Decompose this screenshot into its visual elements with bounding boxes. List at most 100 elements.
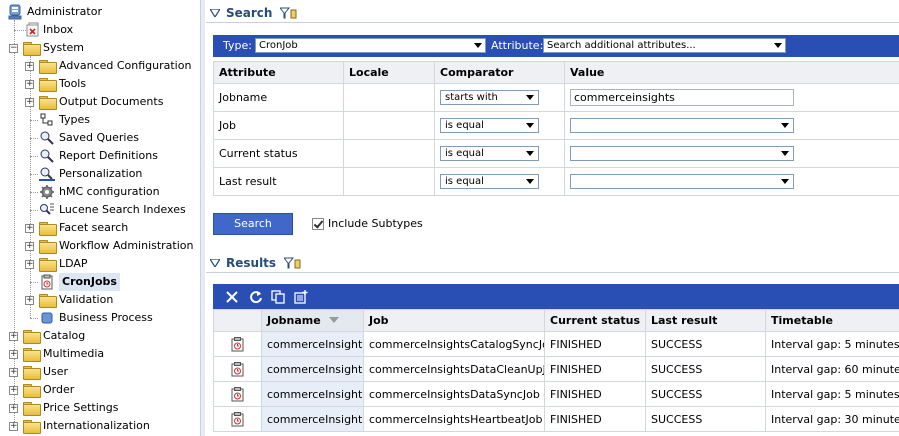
status-value-select[interactable] bbox=[570, 146, 794, 161]
expand-icon[interactable]: + bbox=[9, 386, 18, 395]
cell-job[interactable]: commerceInsightsDataSyncJob - cor bbox=[363, 381, 545, 407]
expand-icon[interactable]: + bbox=[9, 404, 18, 413]
expand-icon[interactable]: + bbox=[25, 224, 34, 233]
type-select[interactable]: CronJob bbox=[255, 38, 486, 53]
chevron-down-icon bbox=[526, 179, 534, 184]
results-section-header[interactable]: Results bbox=[206, 253, 899, 273]
cell-jobname[interactable]: commerceInsightsD bbox=[261, 356, 364, 382]
expand-icon[interactable]: + bbox=[9, 422, 18, 431]
column-header-comparator: Comparator bbox=[434, 61, 565, 84]
column-header-jobname[interactable]: Jobname bbox=[261, 309, 364, 332]
tree-item-advanced-configuration[interactable]: + Advanced Configuration bbox=[0, 57, 200, 75]
tree-item-hmc-configuration[interactable]: hMC configuration bbox=[0, 183, 200, 201]
tree-item-report-definitions[interactable]: Report Definitions bbox=[0, 147, 200, 165]
comparator-select[interactable]: is equal bbox=[440, 146, 539, 161]
cell-job[interactable]: commerceInsightsCatalogSyncJob - bbox=[363, 331, 545, 357]
filter-settings-icon[interactable] bbox=[284, 257, 302, 269]
checkbox-checked-icon[interactable] bbox=[312, 218, 324, 230]
cell-timetable[interactable]: Interval gap: 30 minutes bbox=[765, 406, 899, 432]
tree-item-output-documents[interactable]: + Output Documents bbox=[0, 93, 200, 111]
tree-item-tools[interactable]: + Tools bbox=[0, 75, 200, 93]
tree-item-types[interactable]: Types bbox=[0, 111, 200, 129]
tree-item-facet-search[interactable]: + Facet search bbox=[0, 219, 200, 237]
tree-item-cronjobs[interactable]: CronJobs bbox=[0, 273, 200, 291]
comparator-select[interactable]: is equal bbox=[440, 118, 539, 133]
cell-current-status[interactable]: FINISHED bbox=[544, 356, 646, 382]
delete-icon[interactable] bbox=[224, 289, 240, 305]
tree-item-ldap[interactable]: + LDAP bbox=[0, 255, 200, 273]
refresh-icon[interactable] bbox=[248, 289, 264, 305]
tree-item-user[interactable]: + User bbox=[0, 363, 200, 381]
expand-icon[interactable]: + bbox=[9, 368, 18, 377]
tree-item-order[interactable]: + Order bbox=[0, 381, 200, 399]
column-header-label: Jobname bbox=[267, 314, 321, 327]
cell-last-result[interactable]: SUCCESS bbox=[645, 331, 766, 357]
results-table: Jobname Job Current status Last result T… bbox=[213, 309, 899, 432]
job-value-select[interactable] bbox=[570, 118, 794, 133]
cell-jobname[interactable]: commerceInsightsC bbox=[261, 331, 364, 357]
attribute-select[interactable]: Search additional attributes... bbox=[543, 38, 786, 53]
collapse-icon[interactable]: − bbox=[9, 44, 18, 53]
expand-icon[interactable]: + bbox=[9, 350, 18, 359]
cell-timetable[interactable]: Interval gap: 5 minutes bbox=[765, 331, 899, 357]
expand-icon[interactable]: + bbox=[9, 332, 18, 341]
expand-icon[interactable]: + bbox=[25, 80, 34, 89]
tree-item-personalization[interactable]: Personalization bbox=[0, 165, 200, 183]
tree-item-inbox[interactable]: Inbox bbox=[0, 21, 200, 39]
tree-item-label: Types bbox=[59, 113, 90, 126]
cell-last-result[interactable]: SUCCESS bbox=[645, 381, 766, 407]
tree-item-saved-queries[interactable]: Saved Queries bbox=[0, 129, 200, 147]
cell-timetable[interactable]: Interval gap: 5 minutes bbox=[765, 381, 899, 407]
tree-item-validation[interactable]: + Validation bbox=[0, 291, 200, 309]
table-row[interactable]: commerceInsightsHcommerceInsightsHeartbe… bbox=[213, 406, 899, 432]
jobname-input[interactable]: commerceinsights bbox=[570, 89, 794, 106]
result-value-select[interactable] bbox=[570, 174, 794, 189]
search-section-header[interactable]: Search bbox=[206, 3, 899, 23]
filter-settings-icon[interactable] bbox=[280, 7, 298, 19]
cell-jobname[interactable]: commerceInsightsH bbox=[261, 406, 364, 432]
cell-jobname[interactable]: commerceInsightsD bbox=[261, 381, 364, 407]
column-header-job[interactable]: Job bbox=[363, 309, 545, 332]
comparator-select[interactable]: starts with bbox=[440, 90, 539, 105]
cell-job[interactable]: commerceInsightsDataCleanUpJob - bbox=[363, 356, 545, 382]
tree-splitter[interactable] bbox=[200, 0, 205, 436]
expand-icon[interactable]: + bbox=[25, 260, 34, 269]
column-header-last-result[interactable]: Last result bbox=[645, 309, 766, 332]
chevron-down-icon bbox=[526, 151, 534, 156]
search-button[interactable]: Search bbox=[213, 213, 293, 235]
collapse-triangle-icon[interactable] bbox=[210, 259, 220, 267]
tree-item-workflow-administration[interactable]: + Workflow Administration bbox=[0, 237, 200, 255]
cell-last-result[interactable]: SUCCESS bbox=[645, 406, 766, 432]
collapse-triangle-icon[interactable] bbox=[210, 9, 220, 17]
new-icon[interactable] bbox=[293, 289, 309, 305]
type-label: Type: bbox=[223, 39, 252, 52]
copy-icon[interactable] bbox=[270, 289, 286, 305]
tree-item-multimedia[interactable]: + Multimedia bbox=[0, 345, 200, 363]
column-header-timetable[interactable]: Timetable bbox=[765, 309, 899, 332]
expand-icon[interactable]: + bbox=[25, 62, 34, 71]
criteria-locale bbox=[343, 83, 435, 112]
table-row[interactable]: commerceInsightsCcommerceInsightsCatalog… bbox=[213, 331, 899, 357]
tree-item-price-settings[interactable]: + Price Settings bbox=[0, 399, 200, 417]
tree-item-system[interactable]: − System bbox=[0, 39, 200, 57]
tree-item-catalog[interactable]: + Catalog bbox=[0, 327, 200, 345]
expand-icon[interactable]: + bbox=[25, 296, 34, 305]
cell-job[interactable]: commerceInsightsHeartbeatJob - cor bbox=[363, 406, 545, 432]
criteria-attribute: Jobname bbox=[213, 83, 344, 112]
cell-last-result[interactable]: SUCCESS bbox=[645, 356, 766, 382]
cell-timetable[interactable]: Interval gap: 60 minutes bbox=[765, 356, 899, 382]
column-header-current-status[interactable]: Current status bbox=[544, 309, 646, 332]
cronjob-icon bbox=[231, 386, 244, 401]
expand-icon[interactable]: + bbox=[25, 98, 34, 107]
tree-item-lucene-search-indexes[interactable]: Lucene Search Indexes bbox=[0, 201, 200, 219]
table-row[interactable]: commerceInsightsDcommerceInsightsDataSyn… bbox=[213, 381, 899, 407]
cell-current-status[interactable]: FINISHED bbox=[544, 406, 646, 432]
table-row[interactable]: commerceInsightsDcommerceInsightsDataCle… bbox=[213, 356, 899, 382]
cell-current-status[interactable]: FINISHED bbox=[544, 381, 646, 407]
expand-icon[interactable]: + bbox=[25, 242, 34, 251]
comparator-select[interactable]: is equal bbox=[440, 174, 539, 189]
tree-root[interactable]: Administrator bbox=[0, 3, 200, 21]
cell-current-status[interactable]: FINISHED bbox=[544, 331, 646, 357]
tree-item-business-process[interactable]: Business Process bbox=[0, 309, 200, 327]
tree-item-internationalization[interactable]: + Internationalization bbox=[0, 417, 200, 435]
